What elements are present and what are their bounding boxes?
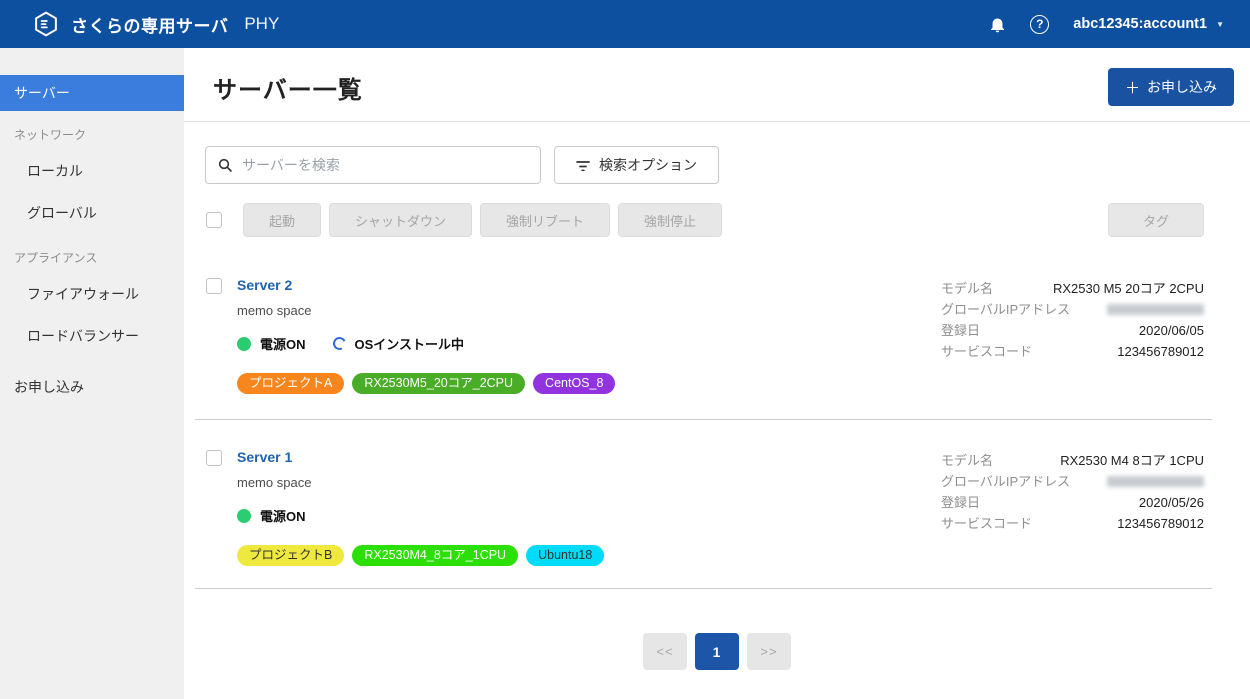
account-name: abc12345:account1 bbox=[1073, 16, 1207, 32]
server-search-input[interactable] bbox=[242, 157, 529, 173]
redacted-ip-value bbox=[1107, 476, 1204, 487]
sidebar-item-signup[interactable]: お申し込み bbox=[0, 369, 184, 405]
plus-icon: ＋ bbox=[1125, 77, 1140, 98]
tag-pill[interactable]: プロジェクトB bbox=[237, 545, 344, 566]
server-tags: プロジェクトA RX2530M5_20コア_2CPU CentOS_8 bbox=[237, 373, 941, 394]
server-details: モデル名 RX2530 M4 8コア 1CPU グローバルIPアドレス 登録日 … bbox=[941, 449, 1204, 534]
power-status-label: 電源ON bbox=[260, 506, 306, 525]
sidebar: サーバー ネットワーク ローカル グローバル アプライアンス ファイアウォール … bbox=[0, 48, 184, 699]
sidebar-item-firewall[interactable]: ファイアウォール bbox=[0, 273, 184, 315]
notification-bell-icon[interactable] bbox=[989, 15, 1006, 34]
server-memo: memo space bbox=[237, 303, 941, 318]
app-logo-brand[interactable]: さくらの専用サーバ PHY bbox=[32, 10, 279, 38]
force-stop-button[interactable]: 強制停止 bbox=[618, 203, 722, 237]
account-menu[interactable]: abc12345:account1 ▼ bbox=[1073, 16, 1224, 32]
sidebar-section-network: ネットワーク bbox=[0, 111, 184, 150]
sidebar-item-server[interactable]: サーバー bbox=[0, 75, 184, 111]
detail-value: 2020/06/05 bbox=[1139, 320, 1204, 341]
detail-label: 登録日 bbox=[941, 320, 980, 341]
signup-button-label: お申し込み bbox=[1147, 77, 1217, 97]
search-icon bbox=[217, 157, 233, 173]
search-options-label: 検索オプション bbox=[599, 155, 697, 175]
search-options-button[interactable]: 検索オプション bbox=[554, 146, 719, 184]
signup-button[interactable]: ＋ お申し込み bbox=[1108, 68, 1234, 106]
sidebar-item-global[interactable]: グローバル bbox=[0, 192, 184, 234]
detail-label: モデル名 bbox=[941, 450, 993, 471]
server-row-checkbox[interactable] bbox=[206, 450, 222, 466]
server-name-link[interactable]: Server 1 bbox=[237, 449, 292, 465]
sidebar-item-local[interactable]: ローカル bbox=[0, 150, 184, 192]
tag-pill[interactable]: CentOS_8 bbox=[533, 373, 615, 394]
tag-pill[interactable]: RX2530M4_8コア_1CPU bbox=[352, 545, 518, 566]
server-search-box bbox=[205, 146, 541, 184]
hexagon-logo-icon bbox=[32, 10, 60, 38]
server-memo: memo space bbox=[237, 475, 941, 490]
detail-label: グローバルIPアドレス bbox=[941, 299, 1070, 320]
tag-pill[interactable]: RX2530M5_20コア_2CPU bbox=[352, 373, 525, 394]
detail-value: RX2530 M5 20コア 2CPU bbox=[1053, 278, 1204, 299]
server-name-link[interactable]: Server 2 bbox=[237, 277, 292, 293]
select-all-checkbox[interactable] bbox=[206, 212, 222, 228]
detail-label: サービスコード bbox=[941, 341, 1032, 362]
detail-label: グローバルIPアドレス bbox=[941, 471, 1070, 492]
start-button[interactable]: 起動 bbox=[243, 203, 321, 237]
pagination: << 1 >> bbox=[184, 589, 1250, 670]
detail-value: 123456789012 bbox=[1117, 341, 1204, 362]
pagination-last-button[interactable]: >> bbox=[747, 633, 791, 670]
shutdown-button[interactable]: シャットダウン bbox=[329, 203, 472, 237]
detail-label: 登録日 bbox=[941, 492, 980, 513]
detail-value: RX2530 M4 8コア 1CPU bbox=[1060, 450, 1204, 471]
force-reboot-button[interactable]: 強制リブート bbox=[480, 203, 610, 237]
app-title-suffix: PHY bbox=[244, 14, 279, 34]
detail-value: 123456789012 bbox=[1117, 513, 1204, 534]
server-row-checkbox[interactable] bbox=[206, 278, 222, 294]
sidebar-section-appliance: アプライアンス bbox=[0, 234, 184, 273]
tag-pill[interactable]: Ubuntu18 bbox=[526, 545, 604, 566]
os-status-label: OSインストール中 bbox=[355, 334, 465, 353]
server-row: Server 2 memo space 電源ON OSインストール中 プロジェク… bbox=[184, 237, 1250, 419]
main-content: サーバー一覧 ＋ お申し込み bbox=[184, 48, 1250, 699]
pagination-first-button[interactable]: << bbox=[643, 633, 687, 670]
app-title: さくらの専用サーバ bbox=[71, 12, 228, 37]
detail-value: 2020/05/26 bbox=[1139, 492, 1204, 513]
top-bar-right: ? abc12345:account1 ▼ bbox=[989, 15, 1224, 34]
filter-icon bbox=[576, 159, 590, 171]
power-status-label: 電源ON bbox=[260, 334, 306, 353]
page-title: サーバー一覧 bbox=[213, 70, 363, 105]
detail-label: モデル名 bbox=[941, 278, 993, 299]
server-row: Server 1 memo space 電源ON プロジェクトB RX2530M… bbox=[184, 420, 1250, 588]
chevron-down-icon: ▼ bbox=[1216, 19, 1224, 29]
tag-pill[interactable]: プロジェクトA bbox=[237, 373, 344, 394]
server-tags: プロジェクトB RX2530M4_8コア_1CPU Ubuntu18 bbox=[237, 545, 941, 566]
tag-button[interactable]: タグ bbox=[1108, 203, 1204, 237]
top-bar: さくらの専用サーバ PHY ? abc12345:account1 ▼ bbox=[0, 0, 1250, 48]
os-install-spinner-icon bbox=[331, 335, 348, 352]
power-on-status-icon bbox=[237, 337, 251, 351]
power-on-status-icon bbox=[237, 509, 251, 523]
server-details: モデル名 RX2530 M5 20コア 2CPU グローバルIPアドレス 登録日… bbox=[941, 277, 1204, 362]
pagination-page-1-button[interactable]: 1 bbox=[695, 633, 739, 670]
sidebar-item-loadbalancer[interactable]: ロードバランサー bbox=[0, 315, 184, 357]
help-icon[interactable]: ? bbox=[1030, 15, 1049, 34]
redacted-ip-value bbox=[1107, 304, 1204, 315]
detail-label: サービスコード bbox=[941, 513, 1032, 534]
